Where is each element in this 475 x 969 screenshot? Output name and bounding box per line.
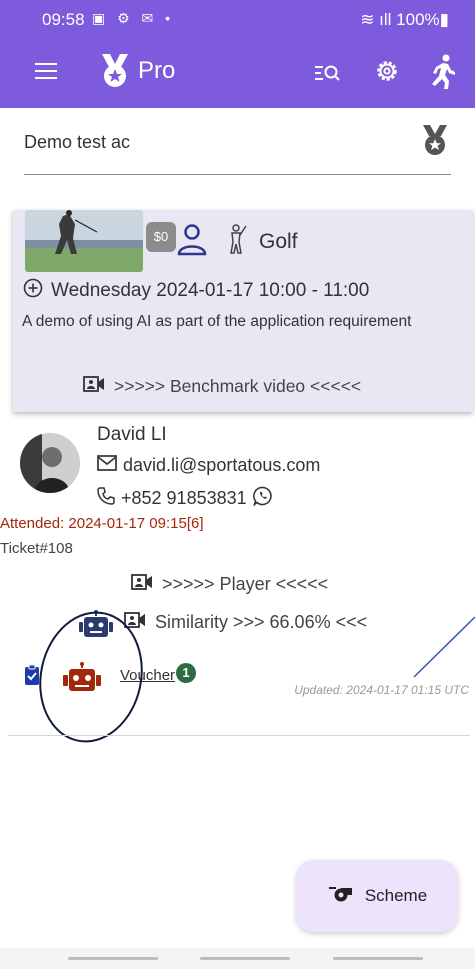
- session-card[interactable]: $0 Golf Wednesday 2024-01-17 10:00 - 11:…: [13, 210, 473, 412]
- medal-logo-icon: [98, 52, 132, 93]
- app-bar: Pro: [0, 38, 475, 108]
- session-date-row: Wednesday 2024-01-17 10:00 - 11:00: [23, 278, 369, 304]
- add-circle-icon[interactable]: [23, 278, 43, 304]
- gear-icon[interactable]: [373, 57, 401, 90]
- nav-gesture-left[interactable]: [68, 957, 158, 960]
- sport-name: Golf: [259, 230, 298, 253]
- scheme-button[interactable]: Scheme: [296, 860, 458, 932]
- updated-timestamp: Updated: 2024-01-17 01:15 UTC: [294, 683, 469, 697]
- benchmark-video-link[interactable]: >>>>> Benchmark video <<<<<: [83, 375, 361, 398]
- filter-search-icon[interactable]: [315, 62, 341, 89]
- search-input-value[interactable]: Demo test ac: [24, 132, 130, 153]
- running-icon[interactable]: [427, 54, 457, 95]
- nav-gesture-center[interactable]: [200, 957, 290, 960]
- battery-icon: ▮: [439, 10, 449, 29]
- notification-icons: ▣ ⚙ ✉ •: [92, 10, 175, 26]
- session-thumbnail[interactable]: [25, 210, 143, 272]
- status-time: 09:58: [42, 10, 85, 29]
- golf-icon: [224, 224, 248, 259]
- person-icon[interactable]: [175, 222, 209, 261]
- player-entry: David LI david.li@sportatous.com +852 91…: [0, 415, 475, 753]
- status-bar: 09:58 ▣ ⚙ ✉ • ≋ ıll 100%▮: [0, 0, 475, 38]
- status-right: ≋ ıll 100%▮: [360, 10, 449, 30]
- search-field[interactable]: Demo test ac: [24, 118, 451, 175]
- wifi-signal-icon: ≋ ıll: [360, 10, 397, 29]
- video-icon: [83, 375, 105, 398]
- session-datetime: Wednesday 2024-01-17 10:00 - 11:00: [51, 280, 370, 301]
- battery-level: 100%: [396, 10, 440, 29]
- medal-icon[interactable]: [421, 124, 449, 161]
- price-badge: $0: [146, 222, 176, 252]
- menu-icon[interactable]: [35, 63, 57, 79]
- scheme-label[interactable]: Scheme: [365, 886, 427, 906]
- benchmark-video-label[interactable]: >>>>> Benchmark video <<<<<: [114, 376, 361, 397]
- nav-gesture-right[interactable]: [333, 957, 423, 960]
- session-description: A demo of using AI as part of the applic…: [22, 313, 412, 330]
- whistle-icon: [327, 885, 353, 908]
- divider: [8, 735, 470, 736]
- navigation-bar: [0, 948, 475, 969]
- app-title: Pro: [138, 57, 176, 84]
